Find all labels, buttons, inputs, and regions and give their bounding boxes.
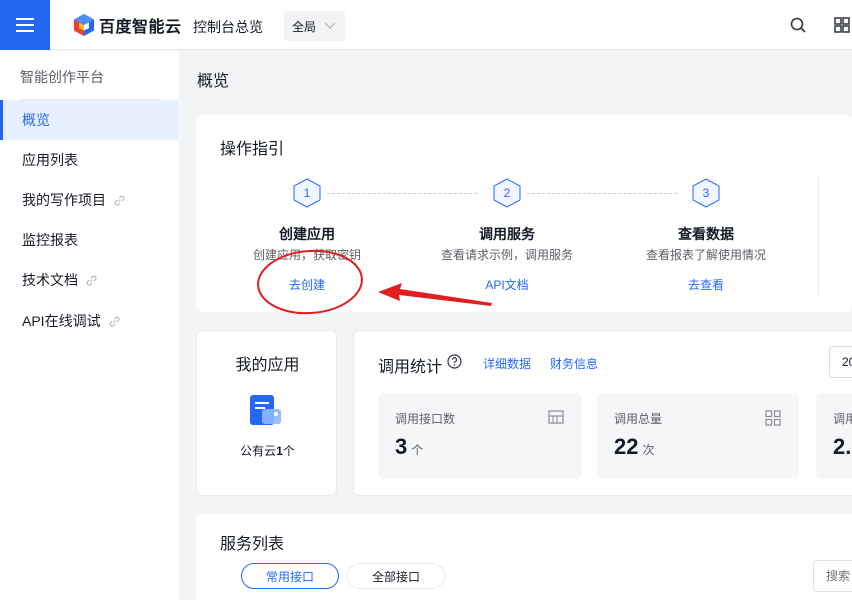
step-connector	[527, 193, 677, 194]
service-list-card: 服务列表 常用接口 全部接口	[196, 514, 852, 600]
service-search-input[interactable]	[813, 560, 852, 592]
sidebar-item-label: 应用列表	[22, 152, 78, 168]
stat-label: 调用	[833, 412, 852, 426]
step-number: 1	[303, 186, 311, 200]
my-app-title: 我的应用	[235, 357, 300, 374]
table-icon	[548, 410, 564, 424]
my-app-card: 我的应用 公有云1个	[196, 330, 337, 496]
menu-button[interactable]	[0, 0, 50, 50]
chevron-down-icon	[324, 22, 336, 30]
apps-grid-icon[interactable]	[834, 17, 850, 33]
stat-box-total-calls: 调用总量 22 次	[597, 393, 799, 479]
stat-label: 调用总量	[614, 412, 663, 426]
app-document-icon	[250, 395, 281, 425]
brand-logo[interactable]: 百度智能云	[73, 13, 182, 37]
external-link-icon	[85, 274, 98, 287]
view-data-link[interactable]: 去查看	[606, 276, 806, 293]
step-number: 3	[702, 186, 710, 200]
external-link-icon	[113, 194, 126, 207]
sidebar: 智能创作平台 概览 应用列表 我的写作项目 监控报表 技术文档 API在线调试	[0, 51, 179, 600]
sidebar-item-label: API在线调试	[22, 313, 101, 329]
stat-value: 2.	[833, 434, 852, 459]
detailed-data-link[interactable]: 详细数据	[483, 355, 531, 372]
api-docs-link[interactable]: API文档	[407, 276, 607, 293]
stat-value: 22 次	[614, 434, 655, 459]
create-app-link[interactable]: 去创建	[207, 276, 407, 293]
sidebar-item-api-debug[interactable]: API在线调试	[0, 301, 179, 341]
step-number: 2	[503, 186, 511, 200]
date-range-picker[interactable]: 20	[829, 346, 852, 378]
stat-box-partial: 调用 2.	[816, 393, 852, 479]
sidebar-item-label: 我的写作项目	[22, 192, 106, 208]
region-selector[interactable]: 全局	[284, 11, 345, 41]
sidebar-item-docs[interactable]: 技术文档	[0, 260, 179, 300]
service-list-title: 服务列表	[220, 536, 285, 553]
grid-icon	[765, 410, 781, 426]
stat-box-interface-count: 调用接口数 3个	[378, 393, 582, 479]
sidebar-item-monitoring[interactable]: 监控报表	[0, 220, 179, 260]
help-icon[interactable]	[447, 354, 462, 369]
stat-label: 调用接口数	[395, 412, 456, 426]
step-name: 调用服务	[479, 226, 535, 242]
guide-title: 操作指引	[220, 141, 285, 158]
step-description: 查看报表了解使用情况	[645, 248, 766, 262]
step-description: 查看请求示例，调用服务	[440, 248, 573, 262]
sidebar-item-label: 概览	[22, 112, 50, 128]
external-link-icon	[108, 315, 121, 328]
public-cloud-app-count: 公有云1个	[240, 444, 295, 458]
step-description: 创建应用，获取密钥	[252, 248, 361, 262]
call-stats-title: 调用统计	[378, 359, 443, 376]
search-icon[interactable]	[790, 17, 806, 33]
logo-text: 百度智能云	[99, 19, 182, 36]
sidebar-item-writing-projects[interactable]: 我的写作项目	[0, 180, 179, 220]
step-connector	[327, 193, 477, 194]
sidebar-item-overview[interactable]: 概览	[0, 100, 179, 140]
sidebar-item-label: 监控报表	[22, 232, 78, 248]
step-name: 查看数据	[678, 226, 734, 242]
guide-divider	[818, 177, 819, 295]
sidebar-title: 智能创作平台	[20, 69, 104, 85]
call-stats-card: 调用统计 详细数据 财务信息 20 调用接口数 3个 调用总量 22次 调用 2…	[353, 330, 852, 496]
sidebar-item-app-list[interactable]: 应用列表	[0, 140, 179, 180]
finance-info-link[interactable]: 财务信息	[550, 355, 598, 372]
sidebar-item-label: 技术文档	[22, 272, 78, 288]
stat-value: 3个	[395, 434, 424, 459]
tab-common-interfaces[interactable]: 常用接口	[241, 563, 339, 589]
guide-card: 操作指引 1 创建应用 创建应用，获取密钥 去创建 2 调用服务 查看请求示例，…	[196, 115, 852, 312]
step-name: 创建应用	[279, 226, 335, 242]
page-title: 概览	[197, 73, 230, 90]
hamburger-icon	[16, 18, 34, 32]
console-overview-link[interactable]: 控制台总览	[193, 17, 263, 37]
region-label: 全局	[292, 19, 317, 34]
tab-all-interfaces[interactable]: 全部接口	[347, 563, 445, 589]
cube-logo-icon	[74, 14, 94, 36]
top-bar: 百度智能云 控制台总览 全局	[0, 0, 852, 50]
